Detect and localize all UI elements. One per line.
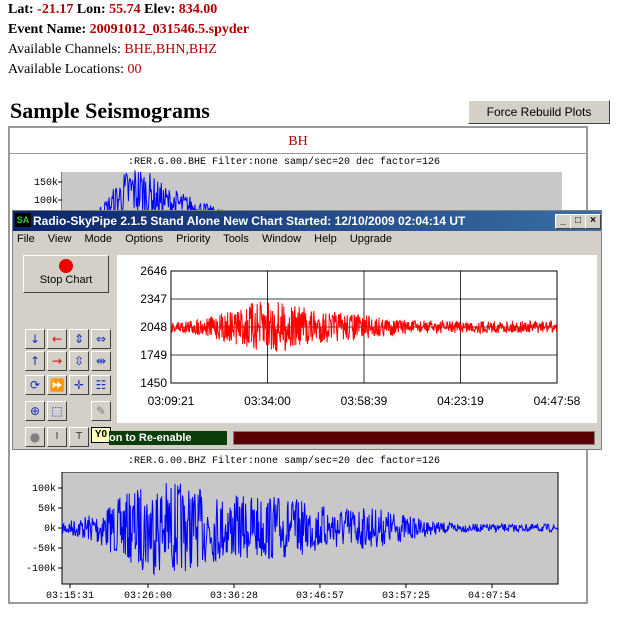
crosshair-icon[interactable]: ✛ [69,375,89,395]
bhz-xtick-label: 03:36:28 [210,591,258,602]
event-value: 20091012_031546.5.spyder [89,22,250,37]
menu-upgrade[interactable]: Upgrade [350,233,392,245]
arrow-down-icon[interactable]: ↓ [25,329,45,349]
lon-value: 55.74 [109,2,141,17]
bhz-plot-header: :RER.G.00.BHZ Filter:none samp/sec=20 de… [128,456,441,467]
record-icon[interactable]: ● [25,427,45,447]
skypipe-ytick-label: 2048 [140,320,167,334]
skypipe-ytick-label: 1749 [140,348,167,362]
bhz-ytick-label: -100k [26,563,56,575]
skypipe-ytick-label: 1450 [140,376,167,390]
minimize-icon[interactable]: _ [555,214,571,229]
menu-help[interactable]: Help [314,233,337,245]
panel-divider [10,153,586,154]
skypipe-menubar: File View Mode Options Priority Tools Wi… [17,233,402,245]
elev-label: Elev: [144,2,176,17]
close-icon[interactable]: × [585,214,601,229]
bhz-xtick-label: 03:57:25 [382,591,430,602]
skypipe-logo-icon: SA [15,213,31,227]
lat-value: -21.17 [37,2,74,17]
text-icon[interactable]: T [69,427,89,447]
compress-vertical-icon[interactable]: ⇳ [69,351,89,371]
edit-disabled-icon[interactable]: ✎ [91,401,111,421]
expand-horizontal-icon[interactable]: ⇔ [91,329,111,349]
section-title: Sample Seismograms [10,98,210,123]
y0-badge[interactable]: Y0 [91,427,111,443]
channels-value: BHE,BHN,BHZ [124,42,217,57]
bhz-xtick-label: 03:46:57 [296,591,344,602]
refresh-icon[interactable]: ⟳ [25,375,45,395]
status-message: on to Re-enable [109,431,227,445]
stop-chart-button[interactable]: Stop Chart [23,255,109,293]
zoom-fit-icon[interactable]: ⊕ [25,401,45,421]
force-rebuild-button[interactable]: Force Rebuild Plots [468,100,610,124]
grid-list-icon[interactable]: ☷ [91,375,111,395]
panel-label: BH [288,134,308,149]
menu-window[interactable]: Window [262,233,301,245]
bhz-ytick-label: 50k [38,503,56,515]
menu-options[interactable]: Options [125,233,163,245]
signal-level-bar [233,431,595,445]
skypipe-ytick-label: 2347 [140,292,167,306]
compress-horizontal-icon[interactable]: ⇹ [91,351,111,371]
menu-file[interactable]: File [17,233,35,245]
channels-label: Available Channels: [8,42,121,57]
locations-value: 00 [127,62,142,77]
event-line: Event Name: 20091012_031546.5.spyder [8,20,249,40]
stop-chart-label: Stop Chart [39,274,93,286]
lat-label: Lat: [8,2,34,17]
bhz-ytick-label: 100k [32,483,56,495]
arrow-up-icon[interactable]: ↑ [25,351,45,371]
menu-tools[interactable]: Tools [223,233,249,245]
arrow-right-icon[interactable]: → [47,351,67,371]
bhz-xtick-label: 04:07:54 [468,591,516,602]
locations-label: Available Locations: [8,62,124,77]
expand-vertical-icon[interactable]: ⇕ [69,329,89,349]
select-box-icon[interactable]: ⬚ [47,401,67,421]
menu-view[interactable]: View [48,233,72,245]
info-icon[interactable]: I [47,427,67,447]
skypipe-xtick-label: 03:34:00 [244,394,291,408]
skypipe-ytick-label: 2646 [140,264,167,278]
bhe-ytick-label: 100k [34,195,58,207]
skypipe-xtick-label: 04:23:19 [437,394,484,408]
event-label: Event Name: [8,22,87,37]
bhz-xtick-label: 03:26:00 [124,591,172,602]
skypipe-title: Radio-SkyPipe 2.1.5 Stand Alone New Char… [33,214,466,228]
skypipe-xtick-label: 04:47:58 [534,394,581,408]
elev-value: 834.00 [178,2,218,17]
fast-forward-icon[interactable]: ⏩ [47,375,67,395]
bhe-plot-header: :RER.G.00.BHE Filter:none samp/sec=20 de… [128,157,441,168]
stop-icon [59,259,73,273]
skypipe-xtick-label: 03:58:39 [341,394,388,408]
bhz-ytick-label: -50k [32,543,56,555]
coords-line: Lat: -21.17 Lon: 55.74 Elev: 834.00 [8,0,217,20]
skypipe-chart[interactable]: 2646 2347 2048 1749 1450 03:09:21 03:34:00 03:… [117,255,597,423]
arrow-left-icon[interactable]: ← [47,329,67,349]
menu-priority[interactable]: Priority [176,233,210,245]
lon-label: Lon: [76,2,106,17]
skypipe-titlebar[interactable]: SA Radio-SkyPipe 2.1.5 Stand Alone New Ch… [13,211,601,231]
bhz-xtick-label: 03:15:31 [46,591,94,602]
skypipe-window[interactable]: SA Radio-SkyPipe 2.1.5 Stand Alone New Ch… [12,210,602,450]
bhz-seismogram: 100k 50k 0k -50k -100k 03:15:31 03:26:00 03:36… [26,472,559,602]
skypipe-xtick-label: 03:09:21 [148,394,195,408]
menu-mode[interactable]: Mode [85,233,113,245]
channels-line: Available Channels: BHE,BHN,BHZ [8,40,217,60]
bhz-ytick-label: 0k [44,523,56,535]
locations-line: Available Locations: 00 [8,60,141,80]
bhe-ytick-label: 150k [34,177,58,189]
maximize-icon[interactable]: □ [570,214,586,229]
